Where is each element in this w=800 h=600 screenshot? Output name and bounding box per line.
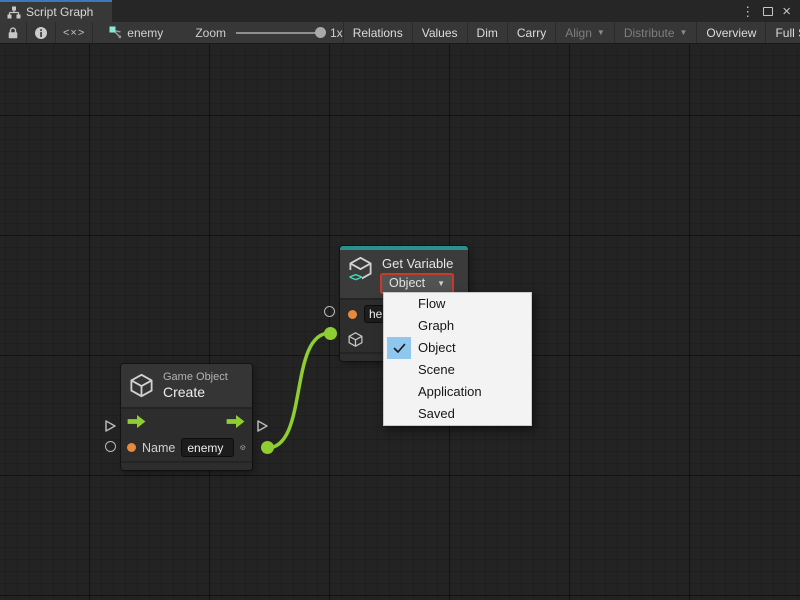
zoom-label: Zoom	[195, 26, 226, 40]
string-port-icon[interactable]	[127, 443, 136, 452]
create-node[interactable]: Game Object Create Name	[121, 364, 252, 470]
maximize-icon[interactable]	[763, 7, 773, 16]
window-controls: ⋮ ×	[741, 0, 800, 22]
info-button[interactable]	[27, 22, 56, 43]
more-menu-icon[interactable]: ⋮	[741, 5, 754, 18]
distribute-button[interactable]: Distribute▼	[614, 22, 697, 43]
graph-asset-icon	[109, 26, 122, 39]
flow-port-row	[121, 409, 252, 434]
fullscreen-button[interactable]: Full Screen	[765, 22, 800, 43]
zoom-value: 1x	[330, 26, 343, 40]
graph-breadcrumb[interactable]: enemy	[109, 22, 163, 43]
relations-button[interactable]: Relations	[343, 22, 412, 43]
zoom-slider-knob[interactable]	[315, 27, 326, 38]
name-port-label: Name	[142, 441, 175, 455]
gameobject-output-port-connected[interactable]	[261, 441, 274, 454]
flow-in-arrow-icon[interactable]	[127, 414, 147, 429]
menu-item-scene[interactable]: Scene	[384, 359, 531, 381]
carry-button[interactable]: Carry	[507, 22, 555, 43]
menu-item-object[interactable]: Object	[384, 337, 531, 359]
gameobject-port-icon[interactable]	[347, 331, 364, 348]
checkmark-icon	[387, 337, 411, 359]
overview-button[interactable]: Overview	[696, 22, 765, 43]
menu-item-saved[interactable]: Saved	[384, 403, 531, 425]
scope-value: Object	[389, 276, 425, 290]
lock-button[interactable]	[0, 22, 27, 43]
gameobject-port-icon[interactable]	[240, 439, 246, 456]
graph-canvas[interactable]: Game Object Create Name	[0, 44, 800, 600]
graph-name: enemy	[127, 26, 163, 40]
zoom-slider[interactable]	[236, 32, 322, 34]
code-view-button[interactable]: <×>	[56, 22, 93, 43]
create-node-titles: Game Object Create	[163, 371, 228, 400]
node-title: Create	[163, 384, 228, 400]
node-footer	[121, 461, 252, 470]
graph-hierarchy-icon	[7, 6, 21, 19]
name-value-input[interactable]	[181, 438, 234, 457]
menu-item-application[interactable]: Application	[384, 381, 531, 403]
toolbar-buttons: Relations Values Dim Carry Align▼ Distri…	[343, 22, 800, 43]
chevron-down-icon: ▼	[437, 279, 445, 288]
values-button[interactable]: Values	[412, 22, 467, 43]
string-port-icon[interactable]	[348, 310, 357, 319]
name-input-port[interactable]	[324, 306, 335, 317]
tab-bar: Script Graph ⋮ ×	[0, 0, 800, 22]
chevron-down-icon: ▼	[680, 28, 688, 37]
tab-label: Script Graph	[26, 5, 93, 19]
scope-dropdown-menu: Flow Graph Object Scene Application Save…	[383, 292, 532, 426]
dim-button[interactable]: Dim	[467, 22, 507, 43]
graph-toolbar: <×> enemy Zoom 1x Relations Values Dim C…	[0, 22, 800, 44]
script-graph-window: Script Graph ⋮ × <×>	[0, 0, 800, 600]
flow-out-arrow-icon[interactable]	[226, 414, 246, 429]
cube-icon	[128, 372, 155, 399]
variable-code-icon: <>	[348, 270, 362, 284]
get-variable-title: Get Variable	[382, 256, 462, 271]
menu-item-flow[interactable]: Flow	[384, 293, 531, 315]
align-button[interactable]: Align▼	[555, 22, 614, 43]
name-input-port[interactable]	[105, 441, 116, 452]
menu-item-graph[interactable]: Graph	[384, 315, 531, 337]
name-port-row: Name	[121, 434, 252, 461]
info-icon	[34, 26, 48, 40]
lock-icon	[7, 26, 19, 40]
zoom-control: Zoom 1x	[195, 22, 342, 43]
flow-input-port[interactable]	[104, 419, 117, 433]
create-node-header[interactable]: Game Object Create	[121, 364, 252, 409]
gameobject-input-port-connected[interactable]	[324, 327, 337, 340]
chevron-down-icon: ▼	[597, 28, 605, 37]
tab-script-graph[interactable]: Script Graph	[0, 0, 112, 22]
close-icon[interactable]: ×	[782, 4, 791, 19]
variable-scope-dropdown[interactable]: Object ▼	[382, 275, 452, 292]
node-category: Game Object	[163, 371, 228, 384]
flow-output-port[interactable]	[256, 419, 269, 433]
